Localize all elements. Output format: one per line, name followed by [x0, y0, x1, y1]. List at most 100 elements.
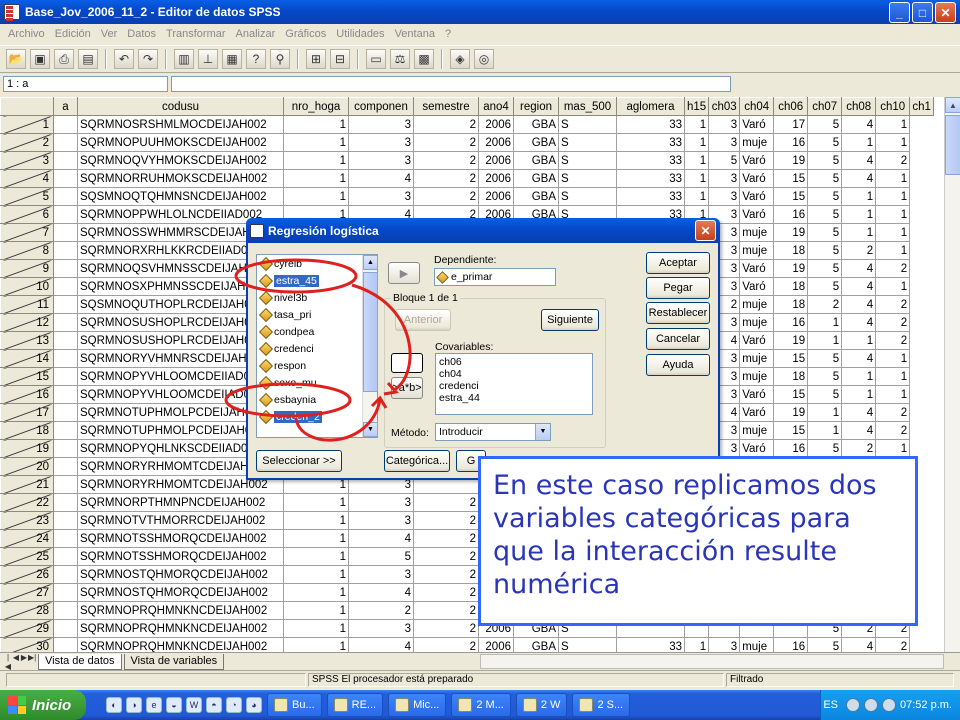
data-cell[interactable]: 3 — [348, 133, 414, 152]
data-cell[interactable] — [53, 259, 78, 278]
data-cell[interactable]: 5 — [807, 187, 843, 206]
data-cell[interactable]: muje — [739, 367, 775, 386]
data-cell[interactable]: 1 — [283, 115, 349, 134]
menu-datos[interactable]: Datos — [122, 28, 161, 40]
row-number[interactable]: 8 — [0, 241, 54, 260]
restablecer-button[interactable]: Restablecer — [646, 302, 710, 324]
data-cell[interactable]: muje — [739, 133, 775, 152]
data-cell[interactable] — [53, 583, 78, 602]
task-button[interactable]: Mic... — [388, 693, 447, 717]
row-number[interactable]: 16 — [0, 385, 54, 404]
first-tab-icon[interactable]: |◀ — [4, 653, 12, 671]
data-cell[interactable]: 17 — [773, 115, 809, 134]
open-folder-icon[interactable]: 📂 — [6, 49, 26, 69]
menu-archivo[interactable]: Archivo — [3, 28, 50, 40]
data-cell[interactable]: 16 — [773, 313, 809, 332]
data-cell[interactable]: Varó — [739, 259, 775, 278]
menu-utilidades[interactable]: Utilidades — [331, 28, 389, 40]
column-header[interactable]: ch03 — [708, 97, 741, 116]
data-cell[interactable]: 1 — [807, 331, 843, 350]
menu-graficos[interactable]: Gráficos — [280, 28, 331, 40]
variable-item[interactable]: sexo_mu — [257, 374, 363, 391]
data-cell[interactable]: 5 — [807, 439, 843, 458]
scroll-thumb[interactable] — [363, 272, 378, 392]
data-cell[interactable]: 2 — [875, 151, 911, 170]
data-cell[interactable]: 15 — [773, 349, 809, 368]
covariates-list[interactable]: ch06 ch04 credenci estra_44 — [435, 353, 593, 415]
data-cell[interactable] — [53, 277, 78, 296]
column-header[interactable]: mas_500 — [558, 97, 617, 116]
siguiente-button[interactable]: Siguiente — [541, 309, 599, 331]
data-cell[interactable]: Varó — [739, 205, 775, 224]
maximize-button[interactable]: □ — [912, 2, 933, 23]
row-number[interactable]: 11 — [0, 295, 54, 314]
column-header[interactable]: ano4 — [478, 97, 514, 116]
column-header[interactable]: ch07 — [807, 97, 843, 116]
data-cell[interactable]: 3 — [348, 187, 414, 206]
cell-value-input[interactable] — [171, 76, 731, 92]
data-cell[interactable]: 19 — [773, 331, 809, 350]
data-cell[interactable]: 2006 — [478, 187, 514, 206]
data-cell[interactable]: 3 — [708, 115, 741, 134]
data-cell[interactable]: 1 — [807, 421, 843, 440]
column-header[interactable]: ch06 — [773, 97, 809, 116]
data-cell[interactable]: muje — [739, 421, 775, 440]
data-cell[interactable]: SQRMNOPRQHMNKNCDEIJAH002 — [77, 601, 284, 620]
data-cell[interactable]: 19 — [773, 259, 809, 278]
data-cell[interactable]: 3 — [348, 511, 414, 530]
data-cell[interactable]: 1 — [283, 529, 349, 548]
data-cell[interactable]: 33 — [616, 151, 685, 170]
column-header[interactable]: nro_hoga — [283, 97, 349, 116]
task-button[interactable]: 2 S... — [572, 693, 631, 717]
data-cell[interactable]: 5 — [807, 133, 843, 152]
data-cell[interactable]: GBA — [513, 169, 559, 188]
data-cell[interactable]: 2 — [841, 241, 877, 260]
data-cell[interactable]: 2 — [875, 403, 911, 422]
data-cell[interactable]: 2 — [413, 547, 479, 566]
row-number[interactable]: 22 — [0, 493, 54, 512]
row-number[interactable]: 21 — [0, 475, 54, 494]
data-cell[interactable]: 5 — [807, 277, 843, 296]
close-button[interactable]: ✕ — [935, 2, 956, 23]
data-cell[interactable]: 2 — [875, 313, 911, 332]
data-cell[interactable]: 5 — [807, 385, 843, 404]
data-cell[interactable]: 1 — [683, 151, 710, 170]
data-cell[interactable]: 1 — [283, 565, 349, 584]
data-cell[interactable] — [53, 115, 78, 134]
data-cell[interactable]: Varó — [739, 169, 775, 188]
data-cell[interactable] — [53, 331, 78, 350]
row-number[interactable]: 12 — [0, 313, 54, 332]
data-cell[interactable]: 33 — [616, 637, 685, 652]
data-cell[interactable]: 1 — [283, 547, 349, 566]
menu-help[interactable]: ? — [440, 28, 456, 40]
covariate-item[interactable]: ch06 — [439, 356, 589, 368]
data-cell[interactable]: 1 — [841, 187, 877, 206]
data-cell[interactable]: 4 — [348, 583, 414, 602]
anterior-button[interactable]: Anterior — [395, 309, 451, 331]
data-cell[interactable]: GBA — [513, 637, 559, 652]
scroll-down-icon[interactable]: ▼ — [363, 422, 378, 437]
data-cell[interactable]: 4 — [841, 403, 877, 422]
covariate-item[interactable]: ch04 — [439, 368, 589, 380]
column-header[interactable]: aglomera — [616, 97, 685, 116]
data-cell[interactable]: Varó — [739, 331, 775, 350]
source-variable-list[interactable]: cyrelb estra_45 nivel3b tasa_pri condpea cred… — [256, 254, 378, 438]
data-cell[interactable]: 1 — [283, 169, 349, 188]
data-cell[interactable]: 1 — [683, 115, 710, 134]
data-cell[interactable]: 1 — [841, 331, 877, 350]
method-select[interactable]: Introducir ▼ — [435, 423, 551, 441]
variable-item[interactable]: esbaynia — [257, 391, 363, 408]
data-cell[interactable]: 2 — [348, 601, 414, 620]
row-number[interactable]: 6 — [0, 205, 54, 224]
data-cell[interactable]: 4 — [348, 637, 414, 652]
variable-item[interactable]: tasa_pri — [257, 306, 363, 323]
data-cell[interactable]: 2 — [875, 421, 911, 440]
row-number[interactable]: 18 — [0, 421, 54, 440]
row-number[interactable]: 20 — [0, 457, 54, 476]
data-cell[interactable]: 2 — [875, 295, 911, 314]
data-cell[interactable]: 2 — [413, 151, 479, 170]
data-cell[interactable]: 3 — [708, 637, 741, 652]
data-cell[interactable]: 2 — [413, 493, 479, 512]
data-cell[interactable]: 5 — [708, 151, 741, 170]
seleccionar-button[interactable]: Seleccionar >> — [256, 450, 342, 472]
